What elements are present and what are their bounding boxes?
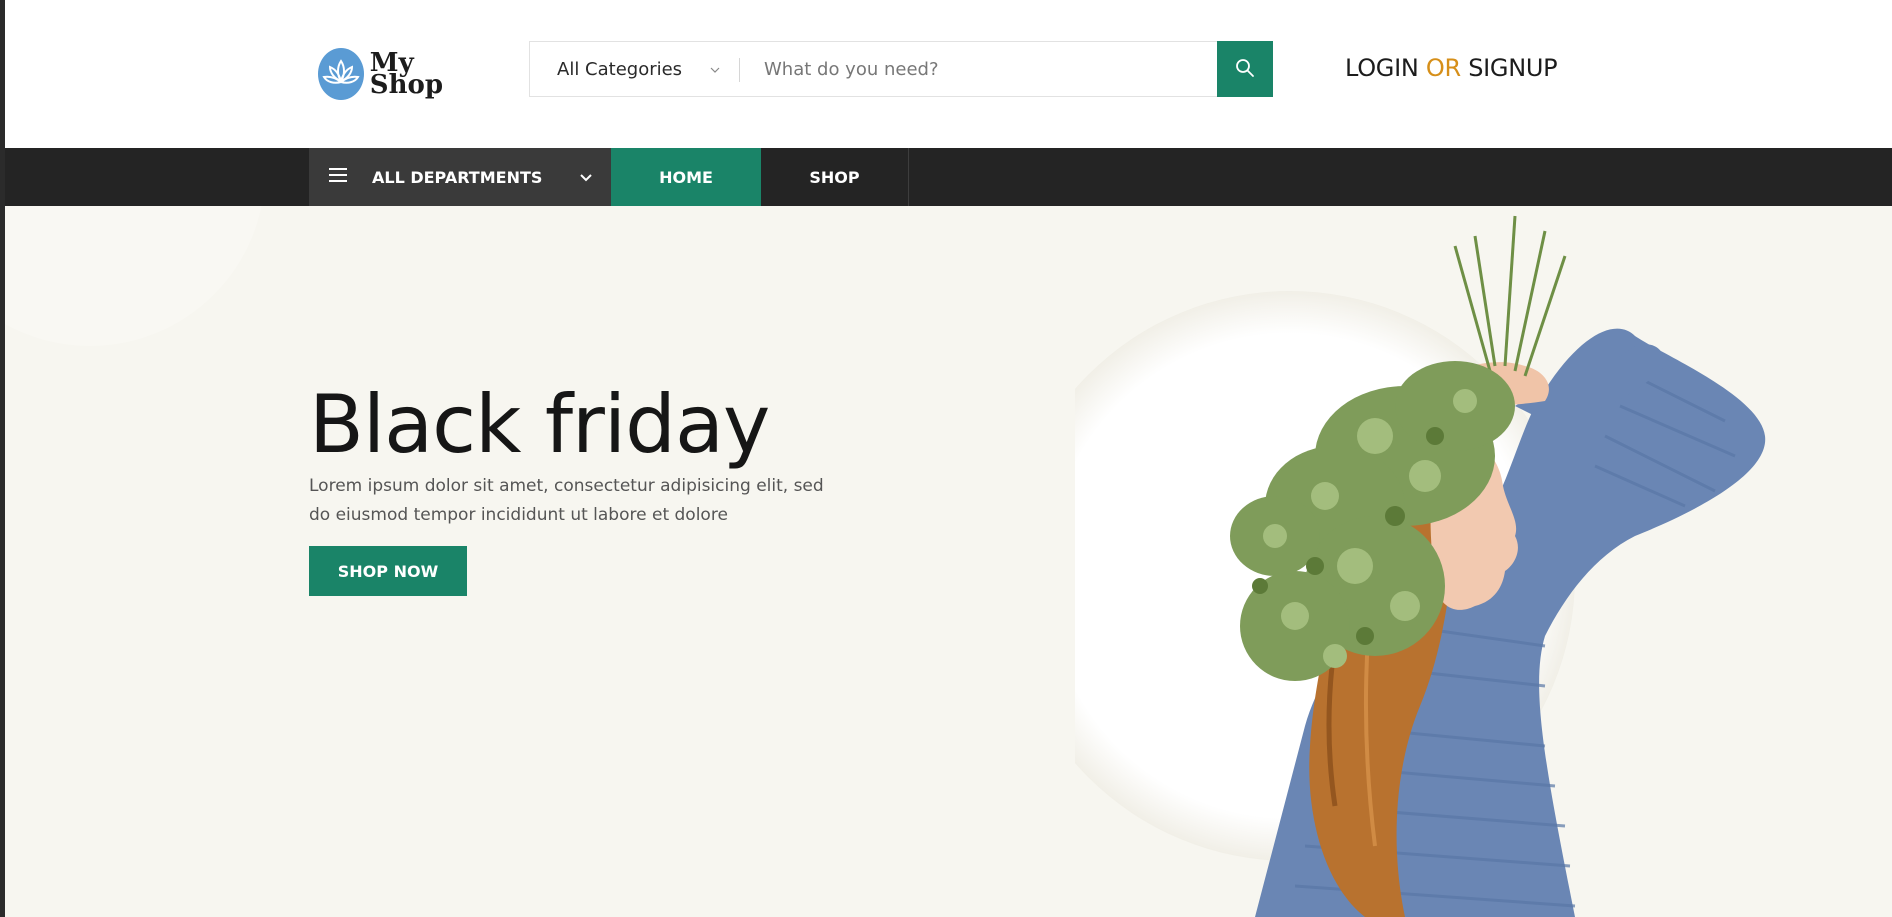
nav-home-label: HOME [659,167,713,187]
category-select-label: All Categories [557,58,683,80]
chevron-down-icon [710,64,720,77]
hero-decorative-circle [5,206,265,346]
all-departments-dropdown[interactable]: ALL DEPARTMENTS [309,148,611,206]
auth-links: LOGIN OR SIGNUP [1345,54,1558,82]
main-navbar: ALL DEPARTMENTS HOME SHOP [5,148,1892,206]
nav-shop[interactable]: SHOP [761,148,909,206]
search-icon [1235,58,1255,81]
search-bar: All Categories [529,41,1273,97]
page: My Shop All Categories LOGIN OR SIGNUP [5,0,1892,917]
auth-separator: OR [1425,54,1461,82]
search-button[interactable] [1217,41,1273,97]
login-link[interactable]: LOGIN [1345,54,1419,82]
site-header: My Shop All Categories LOGIN OR SIGNUP [5,0,1892,148]
hamburger-icon [329,168,347,182]
hero-model-image [1075,215,1766,917]
logo-wordmark: My Shop [369,50,443,100]
shop-now-button[interactable]: SHOP NOW [309,546,467,596]
all-departments-label: ALL DEPARTMENTS [372,167,543,187]
site-logo[interactable]: My Shop [318,46,443,102]
lotus-logo-icon [318,48,364,100]
hero-title: Black friday [309,378,770,471]
hero-description: Lorem ipsum dolor sit amet, consectetur … [309,476,824,525]
chevron-down-icon [579,168,593,187]
logo-line-2: Shop [369,70,443,100]
search-input[interactable] [740,42,1217,96]
hero-banner: Black friday Lorem ipsum dolor sit amet,… [5,206,1892,917]
nav-shop-label: SHOP [809,167,860,187]
nav-home[interactable]: HOME [611,148,761,206]
signup-link[interactable]: SIGNUP [1468,54,1557,82]
category-select[interactable]: All Categories [530,42,740,96]
